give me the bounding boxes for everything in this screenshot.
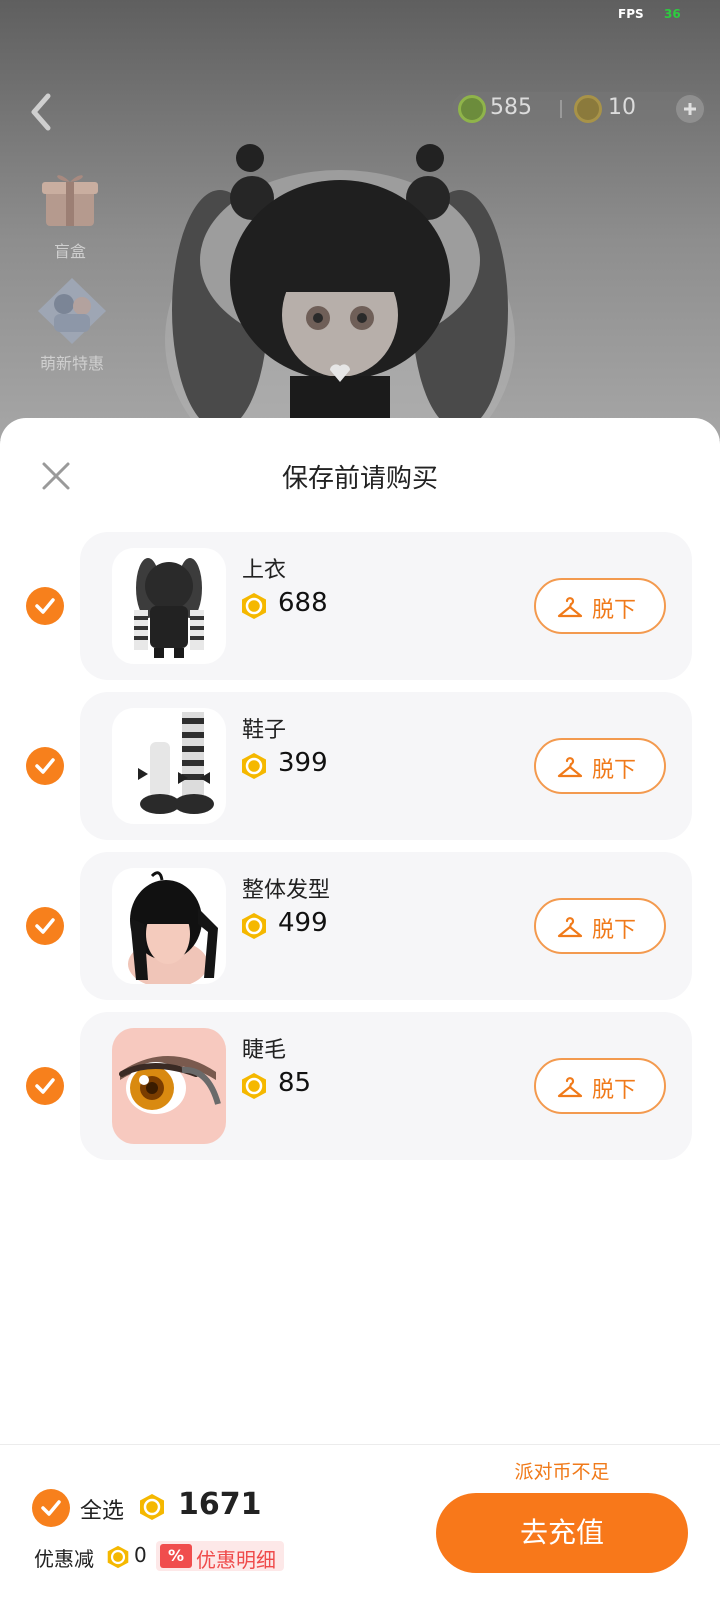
avatar-scene: FPS 36 585 10 盲盒 萌新特惠 xyxy=(0,0,720,440)
discount-value: 0 xyxy=(134,1543,147,1567)
item-row: 睫毛 85 脱下 xyxy=(0,1012,720,1160)
plus-icon xyxy=(684,103,696,115)
currency-divider xyxy=(560,100,562,118)
eyelash-thumbnail xyxy=(112,1028,226,1144)
percent-icon: % xyxy=(160,1544,192,1568)
item-card[interactable]: 上衣 688 脱下 xyxy=(80,532,692,680)
g-coin-icon xyxy=(458,95,486,123)
hanger-icon xyxy=(557,757,583,778)
checkmark-icon xyxy=(35,918,55,934)
currency-bar: 585 10 xyxy=(452,92,706,126)
recharge-button[interactable]: 去充值 xyxy=(436,1493,688,1573)
coin-icon xyxy=(242,593,266,619)
item-row: 整体发型 499 脱下 xyxy=(0,852,720,1000)
take-off-button[interactable]: 脱下 xyxy=(534,578,666,634)
blind-box-button[interactable] xyxy=(36,166,104,230)
item-price: 85 xyxy=(278,1068,312,1098)
party-coin-balance: 10 xyxy=(608,95,636,120)
checkmark-icon xyxy=(35,758,55,774)
item-checkbox[interactable] xyxy=(26,907,64,945)
item-name: 睫毛 xyxy=(242,1038,287,1063)
add-currency-button[interactable] xyxy=(676,95,704,123)
item-name: 鞋子 xyxy=(242,718,287,743)
purchase-sheet: 保存前请购买 上衣 688 脱下 鞋子 399 脱下 整体发型 499 脱下 睫… xyxy=(0,418,720,1600)
insufficient-balance-notice: 派对币不足 xyxy=(514,1461,610,1483)
item-checkbox[interactable] xyxy=(26,587,64,625)
checkmark-icon xyxy=(41,1500,61,1516)
total-price: 1671 xyxy=(178,1487,262,1522)
take-off-label: 脱下 xyxy=(592,598,637,623)
select-all-label[interactable]: 全选 xyxy=(80,1493,124,1525)
blind-box-label: 盲盒 xyxy=(53,242,86,261)
sheet-title: 保存前请购买 xyxy=(281,464,438,494)
newbie-offer-label: 萌新特惠 xyxy=(39,354,104,373)
back-button[interactable] xyxy=(26,92,56,132)
newbie-offer-icon xyxy=(38,278,106,344)
coin-icon xyxy=(107,1545,129,1569)
item-checkbox[interactable] xyxy=(26,1067,64,1105)
discount-label: 优惠减 xyxy=(34,1547,94,1571)
item-price: 688 xyxy=(278,588,328,618)
discount-detail-button[interactable]: % 优惠明细 xyxy=(156,1541,284,1572)
take-off-button[interactable]: 脱下 xyxy=(534,1058,666,1114)
discount-detail-label: 优惠明细 xyxy=(196,1548,276,1572)
take-off-label: 脱下 xyxy=(592,918,637,943)
item-row: 上衣 688 脱下 xyxy=(0,532,720,680)
checkmark-icon xyxy=(35,1078,55,1094)
coin-icon xyxy=(242,913,266,939)
coin-icon xyxy=(242,753,266,779)
take-off-label: 脱下 xyxy=(592,1078,637,1103)
select-all-checkbox[interactable] xyxy=(32,1489,70,1527)
chevron-left-icon xyxy=(31,93,51,131)
take-off-button[interactable]: 脱下 xyxy=(534,898,666,954)
avatar-character xyxy=(150,140,530,440)
item-card[interactable]: 睫毛 85 脱下 xyxy=(80,1012,692,1160)
take-off-label: 脱下 xyxy=(592,758,637,783)
party-coin-icon xyxy=(574,95,602,123)
item-price: 399 xyxy=(278,748,328,778)
hanger-icon xyxy=(557,1077,583,1098)
hairstyle-thumbnail xyxy=(112,868,226,984)
checkout-footer: 全选 1671 优惠减 0 % 优惠明细 派对币不足 去充值 xyxy=(0,1444,720,1600)
item-price: 499 xyxy=(278,908,328,938)
hanger-icon xyxy=(557,597,583,618)
g-coin-balance: 585 xyxy=(490,95,532,120)
hanger-icon xyxy=(557,917,583,938)
coin-icon xyxy=(140,1494,164,1520)
item-card[interactable]: 整体发型 499 脱下 xyxy=(80,852,692,1000)
top-clothing-thumbnail xyxy=(112,548,226,664)
item-name: 整体发型 xyxy=(242,878,331,903)
item-checkbox[interactable] xyxy=(26,747,64,785)
newbie-offer-button[interactable] xyxy=(36,276,108,346)
checkmark-icon xyxy=(35,598,55,614)
shoes-thumbnail xyxy=(112,708,226,824)
take-off-button[interactable]: 脱下 xyxy=(534,738,666,794)
item-name: 上衣 xyxy=(242,558,287,583)
item-row: 鞋子 399 脱下 xyxy=(0,692,720,840)
gift-box-icon xyxy=(42,175,98,226)
fps-value: 36 xyxy=(664,7,681,21)
coin-icon xyxy=(242,1073,266,1099)
fps-label: FPS xyxy=(618,7,644,21)
item-card[interactable]: 鞋子 399 脱下 xyxy=(80,692,692,840)
avatar-image xyxy=(165,144,515,440)
